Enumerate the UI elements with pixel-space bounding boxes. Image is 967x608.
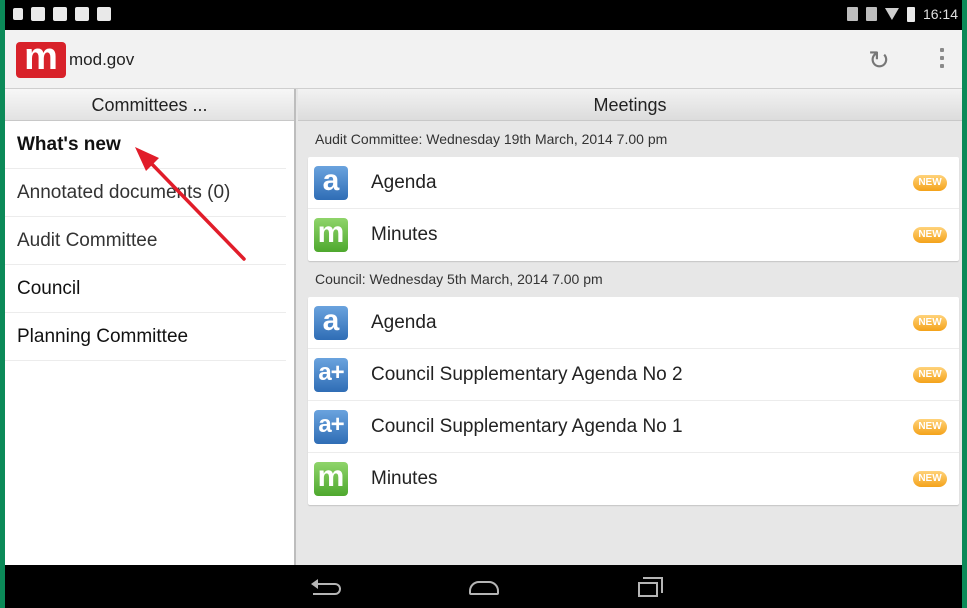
home-icon[interactable] — [465, 575, 501, 599]
notification-icon — [31, 7, 45, 21]
battery-icon — [906, 6, 915, 22]
meeting-documents: a Agenda NEW m Minutes NEW — [308, 157, 959, 261]
new-badge: NEW — [913, 367, 947, 383]
vibrate-icon — [846, 7, 858, 21]
nav-item-council[interactable]: Council — [5, 265, 286, 313]
system-nav-bar — [5, 565, 962, 608]
bluetooth-icon — [865, 7, 877, 21]
notification-icon — [13, 8, 23, 20]
meeting-documents: a Agenda NEW a+ Council Supplementary Ag… — [308, 297, 959, 505]
minutes-icon: m — [314, 218, 348, 252]
new-badge: NEW — [913, 471, 947, 487]
document-row[interactable]: m Minutes NEW — [308, 209, 959, 261]
nav-item-annotated-documents[interactable]: Annotated documents (0) — [5, 169, 286, 217]
status-bar: 16:14 — [5, 0, 962, 30]
meeting-title: Audit Committee: Wednesday 19th March, 2… — [315, 131, 668, 147]
document-label: Agenda — [371, 312, 437, 333]
meetings-pane: Meetings Audit Committee: Wednesday 19th… — [298, 89, 962, 565]
document-row[interactable]: a Agenda NEW — [308, 297, 959, 349]
app-title: mod.gov — [69, 50, 135, 69]
new-badge: NEW — [913, 175, 947, 191]
document-row[interactable]: a Agenda NEW — [308, 157, 959, 209]
download-done-icon — [97, 7, 111, 21]
meetings-header: Meetings — [298, 89, 962, 121]
committees-pane: Committees ... What's new Annotated docu… — [5, 89, 296, 565]
document-label: Council Supplementary Agenda No 2 — [371, 364, 683, 385]
nav-item-planning-committee[interactable]: Planning Committee — [5, 313, 286, 361]
document-row[interactable]: m Minutes NEW — [308, 453, 959, 505]
app-logo: m — [16, 38, 66, 78]
document-row[interactable]: a+ Council Supplementary Agenda No 2 NEW — [308, 349, 959, 401]
document-label: Minutes — [371, 468, 438, 489]
download-done-icon — [75, 7, 89, 21]
new-badge: NEW — [913, 227, 947, 243]
back-icon[interactable] — [311, 575, 347, 599]
minutes-icon: m — [314, 462, 348, 496]
supplementary-agenda-icon: a+ — [314, 410, 348, 444]
document-label: Minutes — [371, 224, 438, 245]
nav-item-whats-new[interactable]: What's new — [5, 121, 286, 169]
supplementary-agenda-icon: a+ — [314, 358, 348, 392]
new-badge: NEW — [913, 419, 947, 435]
action-bar: m mod.gov ↻ — [5, 30, 962, 89]
document-row[interactable]: a+ Council Supplementary Agenda No 1 NEW — [308, 401, 959, 453]
refresh-icon[interactable]: ↻ — [865, 46, 893, 74]
overflow-menu-icon[interactable] — [937, 48, 947, 74]
agenda-icon: a — [314, 306, 348, 340]
recent-apps-icon[interactable] — [635, 575, 671, 599]
document-label: Agenda — [371, 172, 437, 193]
committees-header[interactable]: Committees ... — [5, 89, 294, 121]
document-label: Council Supplementary Agenda No 1 — [371, 416, 683, 437]
meeting-title: Council: Wednesday 5th March, 2014 7.00 … — [315, 271, 603, 287]
agenda-icon: a — [314, 166, 348, 200]
status-time: 16:14 — [922, 6, 958, 22]
notification-icons — [13, 7, 111, 21]
cloud-upload-icon — [53, 7, 67, 21]
nav-item-audit-committee[interactable]: Audit Committee — [5, 217, 286, 265]
new-badge: NEW — [913, 315, 947, 331]
device-screen: 16:14 m mod.gov ↻ Committees ... What's … — [5, 0, 962, 608]
wifi-icon — [884, 8, 899, 20]
system-icons: 16:14 — [846, 6, 958, 22]
